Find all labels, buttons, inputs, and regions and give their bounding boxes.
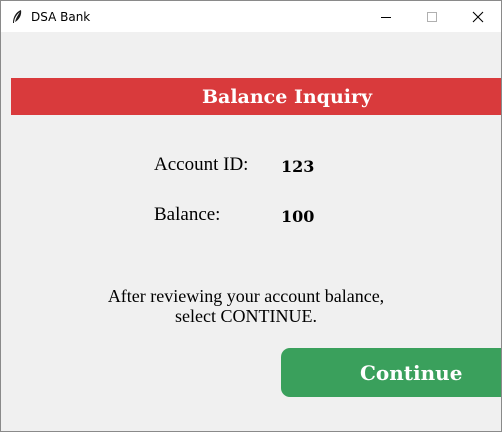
feather-icon: [13, 10, 22, 23]
maximize-icon: [427, 11, 437, 22]
account-id-value: 123: [281, 157, 315, 176]
close-button[interactable]: [455, 1, 501, 32]
balance-label: Balance:: [154, 204, 221, 225]
page-title: Balance Inquiry: [201, 85, 373, 108]
maximize-button[interactable]: [409, 1, 455, 32]
account-id-label: Account ID:: [154, 154, 249, 175]
minimize-icon: [381, 16, 391, 18]
header-banner: Balance Inquiry: [11, 78, 501, 115]
title-bar[interactable]: DSA Bank: [1, 1, 501, 32]
close-icon: [472, 11, 484, 22]
balance-value: 100: [281, 207, 315, 226]
instruction-text: After reviewing your account balance, se…: [61, 286, 431, 326]
minimize-button[interactable]: [363, 1, 409, 32]
continue-button[interactable]: Continue: [281, 348, 501, 397]
instruction-line-1: After reviewing your account balance,: [107, 286, 385, 306]
window-title: DSA Bank: [31, 10, 91, 24]
continue-button-label: Continue: [360, 360, 463, 385]
app-window: DSA Bank Balance Inquiry Account ID: 123…: [0, 0, 502, 432]
instruction-line-2: select CONTINUE.: [175, 306, 317, 326]
